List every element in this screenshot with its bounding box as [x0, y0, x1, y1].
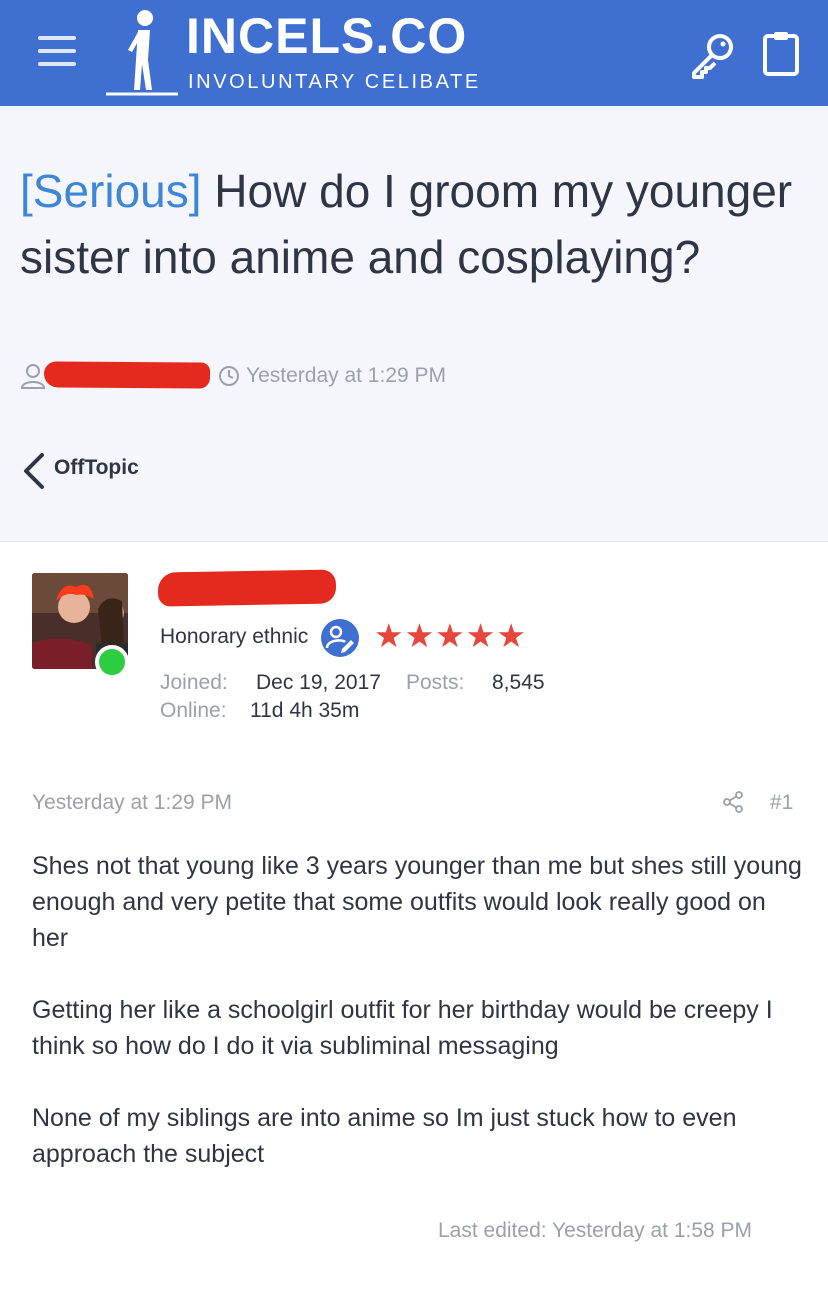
- top-bar: INCELS.CO INVOLUNTARY CELIBATE: [0, 0, 828, 106]
- site-tagline: INVOLUNTARY CELIBATE: [188, 71, 481, 93]
- redacted-author: [43, 361, 211, 389]
- last-edited-note: Last edited: Yesterday at 1:58 PM: [438, 1219, 753, 1242]
- stick-figure-logo-icon[interactable]: [104, 8, 180, 96]
- hamburger-icon[interactable]: [38, 36, 76, 68]
- redacted-username: [157, 569, 337, 607]
- post-date[interactable]: Yesterday at 1:29 PM: [32, 790, 232, 816]
- posts-label: Posts:: [406, 671, 465, 694]
- post-card: Honorary ethnic ★★★★★ Joined: Dec 19, 20…: [0, 541, 828, 1305]
- clipboard-icon[interactable]: [762, 30, 800, 76]
- site-name[interactable]: INCELS.CO: [186, 8, 467, 64]
- online-status-indicator: [95, 645, 129, 679]
- forum-name[interactable]: OffTopic: [54, 456, 139, 480]
- user-icon: [20, 364, 46, 389]
- rating-stars: ★★★★★: [374, 617, 527, 654]
- online-value: 11d 4h 35m: [250, 699, 360, 722]
- joined-value: Dec 19, 2017: [256, 671, 381, 694]
- thread-title: [Serious] How do I groom my younger sist…: [20, 158, 800, 290]
- post-paragraph: None of my siblings are into anime so Im…: [32, 1104, 737, 1168]
- key-icon[interactable]: [688, 30, 738, 80]
- user-title: Honorary ethnic: [160, 625, 309, 648]
- thread-prefix[interactable]: [Serious]: [20, 165, 202, 217]
- forum-back-link[interactable]: OffTopic: [20, 448, 220, 492]
- thread-timestamp[interactable]: Yesterday at 1:29 PM: [246, 360, 446, 392]
- joined-label: Joined:: [160, 671, 228, 694]
- share-icon[interactable]: [722, 791, 744, 813]
- chevron-left-icon[interactable]: [20, 452, 48, 490]
- online-label: Online:: [160, 699, 227, 722]
- thread-meta: Yesterday at 1:29 PM: [20, 360, 620, 392]
- user-edit-icon: [321, 619, 359, 657]
- clock-icon: [219, 366, 239, 386]
- post-paragraph: Getting her like a schoolgirl outfit for…: [32, 996, 773, 1060]
- post-number-link[interactable]: #1: [770, 790, 793, 816]
- post-paragraph: Shes not that young like 3 years younger…: [32, 852, 802, 952]
- post-body: Shes not that young like 3 years younger…: [32, 848, 802, 1208]
- posts-value: 8,545: [492, 671, 545, 694]
